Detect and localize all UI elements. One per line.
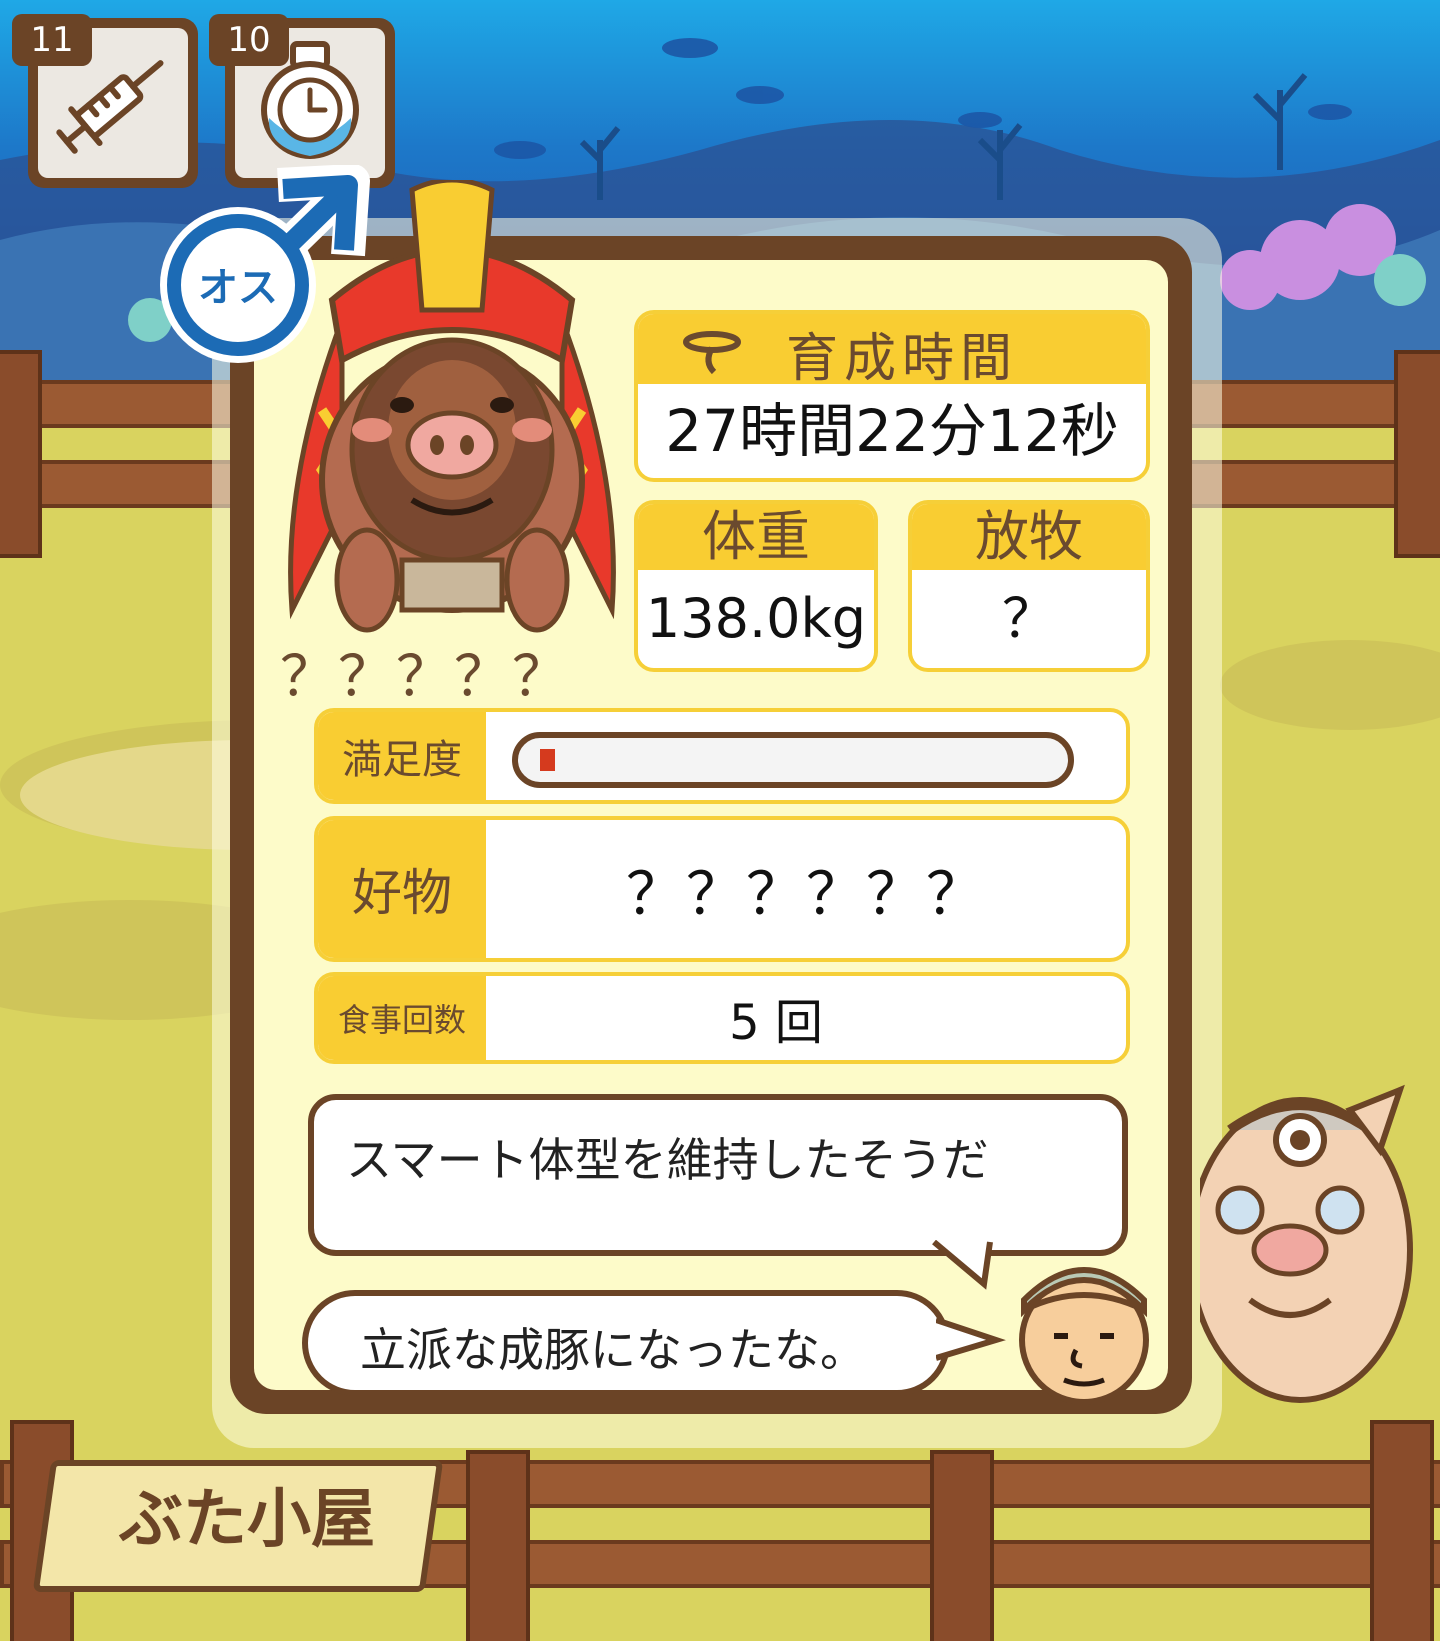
raise-time-label: 育成時間 — [786, 329, 1019, 389]
fence-post — [466, 1450, 530, 1641]
item-count-badge: 11 — [12, 14, 92, 66]
favorite-label: 好物 — [318, 820, 486, 958]
bubble-tail — [936, 1318, 1006, 1361]
farmer-avatar — [1019, 1267, 1149, 1405]
bubble-tail — [932, 1240, 993, 1290]
pig-name: ？？？？？ — [280, 645, 570, 710]
favorite-value: ？？？？？？ — [625, 860, 986, 928]
sign-label: ぶた小屋 — [119, 1482, 375, 1557]
grazing-panel: 放牧 ？ — [908, 500, 1150, 672]
syringe-item-slot[interactable]: 11 — [12, 14, 198, 188]
pig-hut-sign[interactable]: ぶた小屋 — [32, 1440, 444, 1592]
raise-time-header: 育成時間 — [638, 314, 1146, 389]
grazing-label: 放牧 — [912, 504, 1146, 570]
grass-patch — [1220, 640, 1440, 730]
meals-value: 5 回 — [729, 995, 823, 1051]
fence-post — [0, 350, 42, 558]
raise-time-value: 27時間22分12秒 — [665, 397, 1119, 465]
fence-post — [930, 1450, 994, 1641]
satisfaction-bar-fill — [540, 749, 555, 771]
satisfaction-bar — [512, 732, 1074, 788]
weight-label: 体重 — [638, 504, 874, 570]
weight-panel: 体重 138.0kg — [634, 500, 878, 672]
meal-count-row: 食事回数 5 回 — [314, 972, 1130, 1064]
stopwatch-item-slot[interactable]: 10 — [209, 14, 395, 188]
meals-label: 食事回数 — [318, 976, 486, 1060]
farmer-message: 立派な成豚になったな。 — [360, 1323, 866, 1377]
grazing-value: ？ — [1002, 587, 1056, 650]
favorite-food-row: 好物 ？？？？？？ — [314, 816, 1130, 962]
gender-label: オス — [198, 265, 278, 311]
satisfaction-row: 満足度 — [314, 708, 1130, 804]
item-count-badge: 10 — [209, 14, 289, 66]
info-message-bubble: スマート体型を維持したそうだ — [308, 1094, 1128, 1256]
fence-post — [1394, 350, 1440, 558]
lasso-icon — [683, 331, 741, 375]
farmer-speech-bubble: 立派な成豚になったな。 — [302, 1290, 950, 1396]
satisfaction-label: 満足度 — [318, 712, 486, 800]
weight-value: 138.0kg — [645, 587, 867, 650]
doctor-pig-character — [1200, 1084, 1413, 1403]
info-message: スマート体型を維持したそうだ — [346, 1133, 989, 1187]
fence-post — [1370, 1420, 1434, 1641]
raise-time-panel: 育成時間 27時間22分12秒 — [634, 310, 1150, 482]
